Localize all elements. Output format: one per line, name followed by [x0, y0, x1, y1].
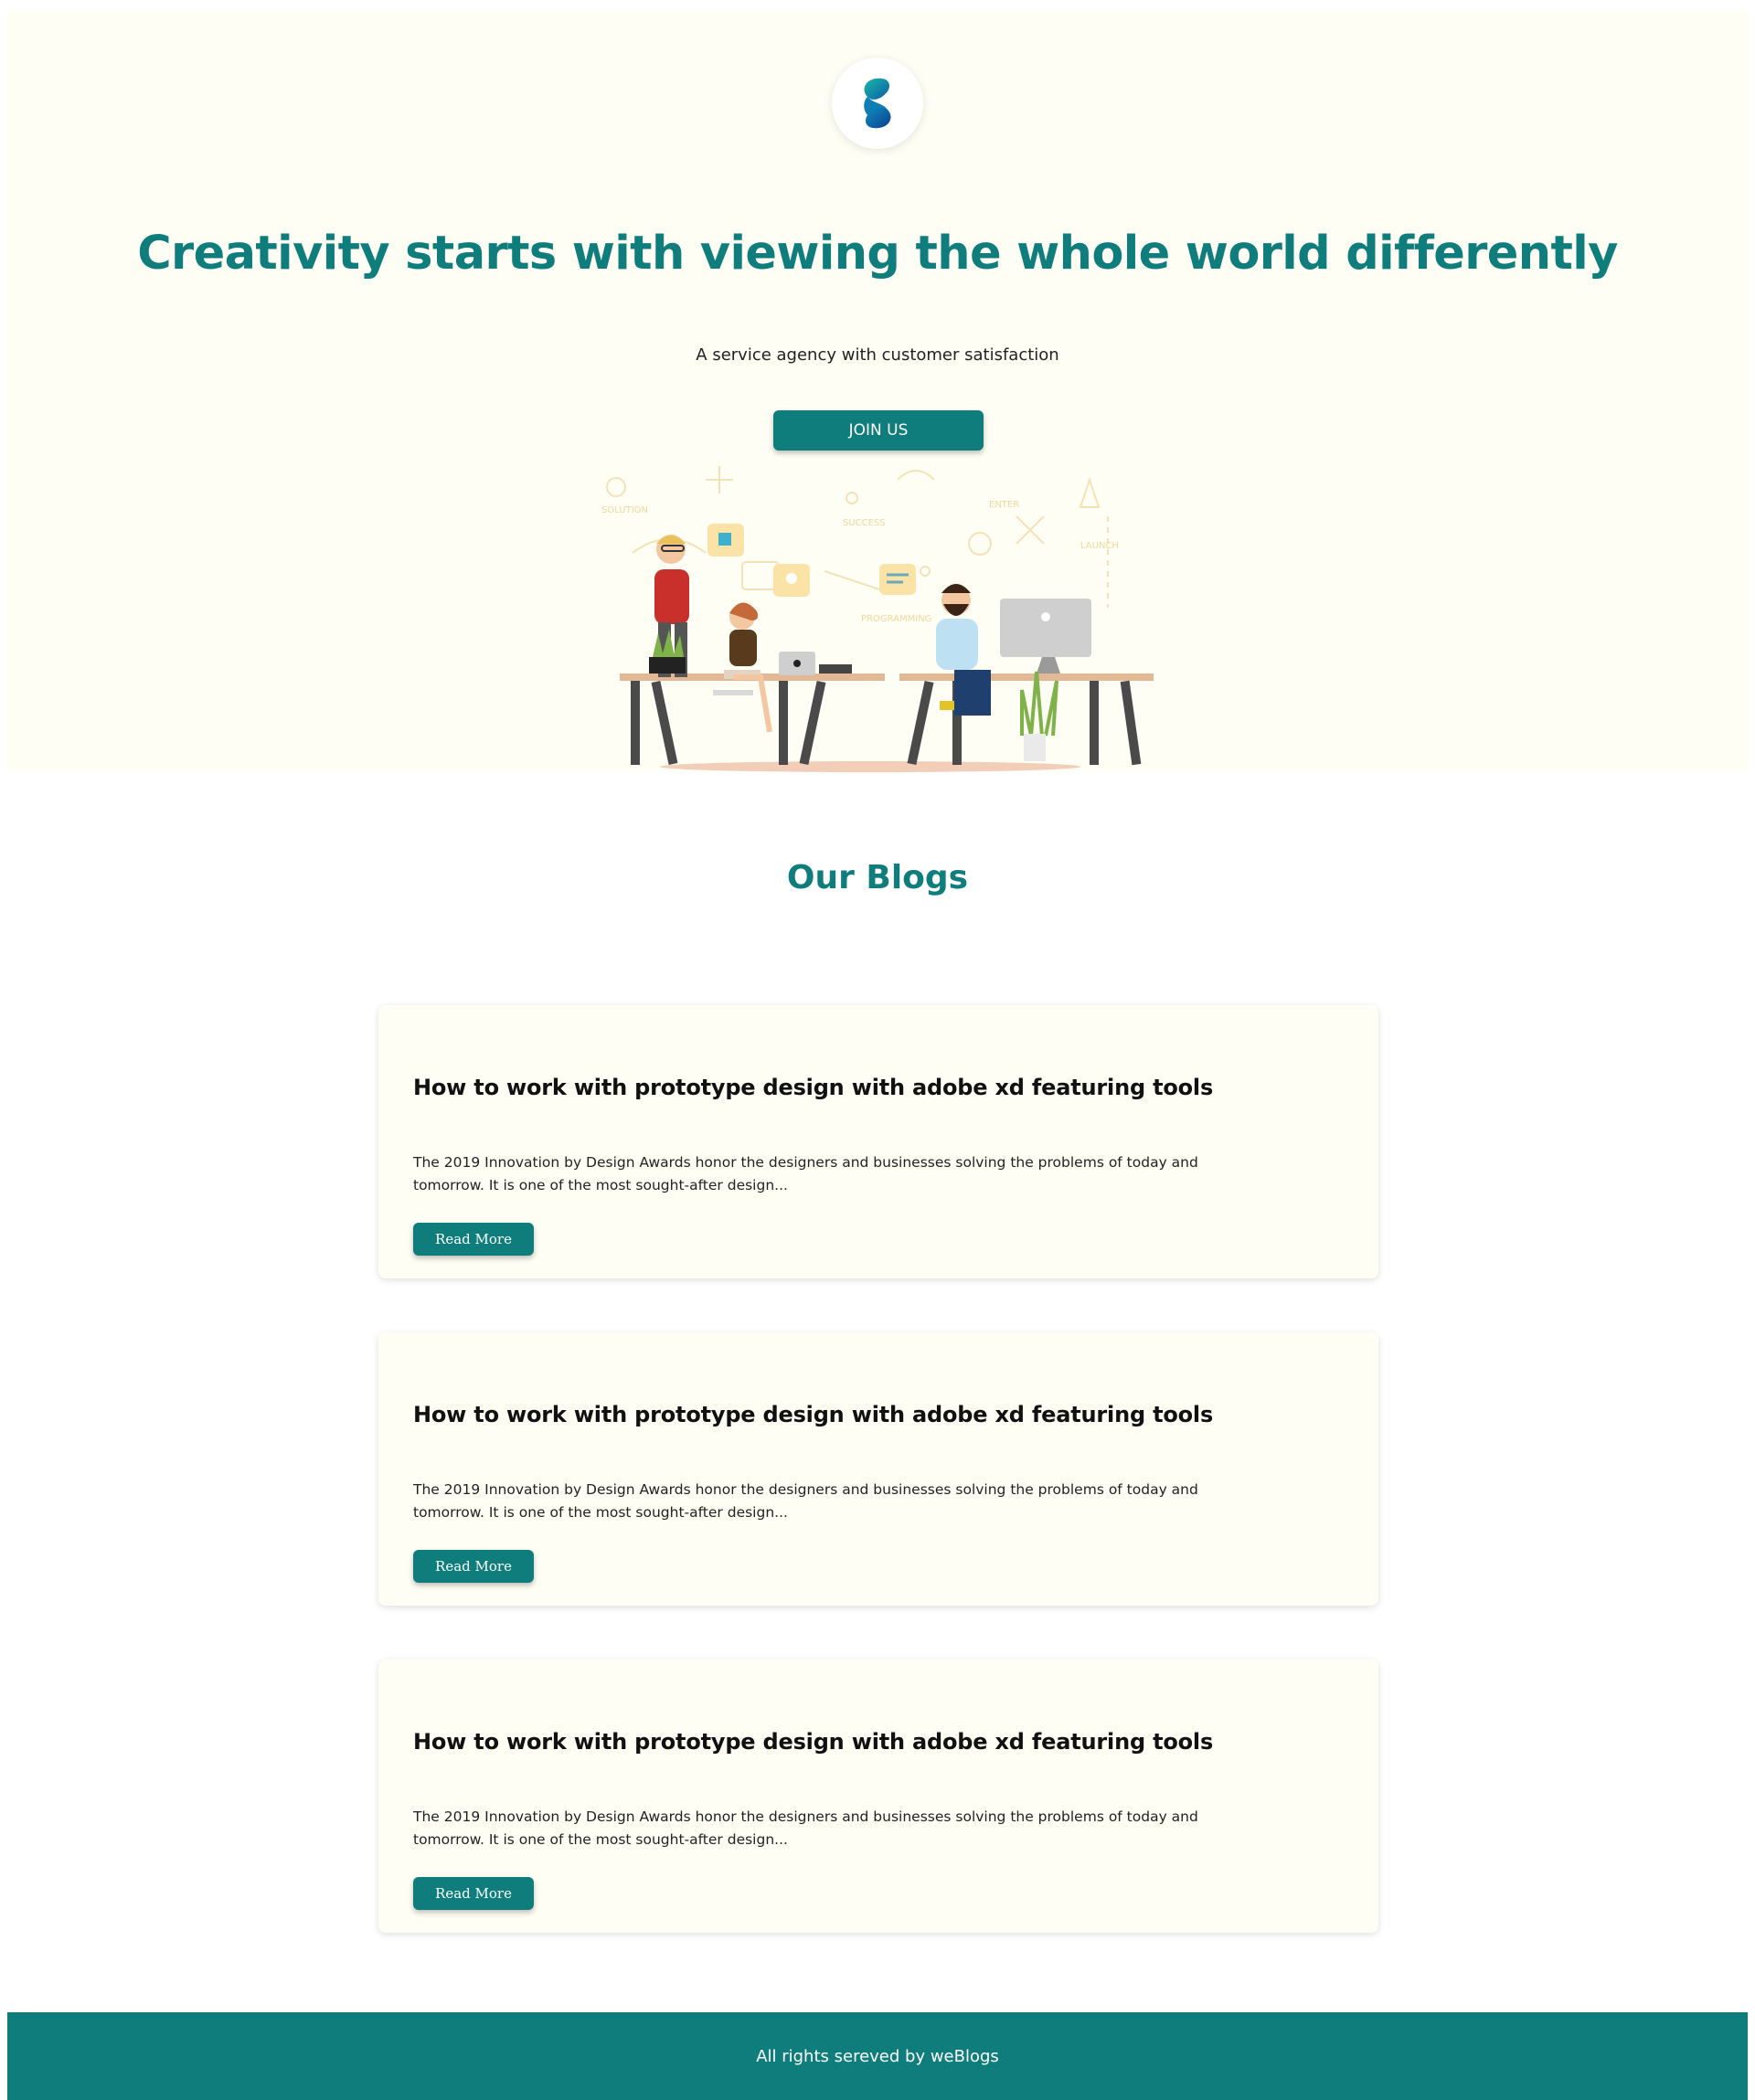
blog-card-excerpt: The 2019 Innovation by Design Awards hon…	[413, 1808, 1198, 1848]
blog-card-title[interactable]: How to work with prototype design with a…	[413, 1729, 1213, 1755]
blog-card-title[interactable]: How to work with prototype design with a…	[413, 1402, 1213, 1427]
blog-card-title[interactable]: How to work with prototype design with a…	[413, 1075, 1213, 1100]
read-more-button[interactable]: Read More	[413, 1550, 534, 1583]
doodle-word-launch: LAUNCH	[1080, 541, 1119, 551]
team-working-illustration: SOLUTION SUCCESS ENTER PROGRAMMING LAUNC…	[601, 466, 1154, 772]
blog-card: How to work with prototype design with a…	[378, 1005, 1378, 1278]
doodle-word-programming: PROGRAMMING	[861, 614, 931, 624]
blog-card-excerpt: The 2019 Innovation by Design Awards hon…	[413, 1481, 1198, 1521]
join-us-button[interactable]: JOIN US	[773, 410, 984, 451]
blog-card: How to work with prototype design with a…	[378, 1660, 1378, 1933]
hero-subtitle: A service agency with customer satisfact…	[696, 345, 1059, 365]
footer-copyright: All rights sereved by weBlogs	[756, 2046, 999, 2066]
blog-card: How to work with prototype design with a…	[378, 1332, 1378, 1606]
read-more-button[interactable]: Read More	[413, 1223, 534, 1256]
doodle-word-solution: SOLUTION	[601, 505, 648, 515]
site-logo[interactable]	[832, 58, 923, 149]
read-more-button[interactable]: Read More	[413, 1877, 534, 1910]
doodle-word-success: SUCCESS	[843, 518, 886, 528]
hero-title: Creativity starts with viewing the whole…	[137, 227, 1618, 281]
blogs-section-title: Our Blogs	[786, 859, 969, 896]
s-shape-logo-icon	[864, 78, 891, 129]
doodle-word-enter: ENTER	[989, 500, 1019, 510]
blog-card-excerpt: The 2019 Innovation by Design Awards hon…	[413, 1154, 1198, 1193]
site-footer: All rights sereved by weBlogs	[7, 2012, 1748, 2100]
